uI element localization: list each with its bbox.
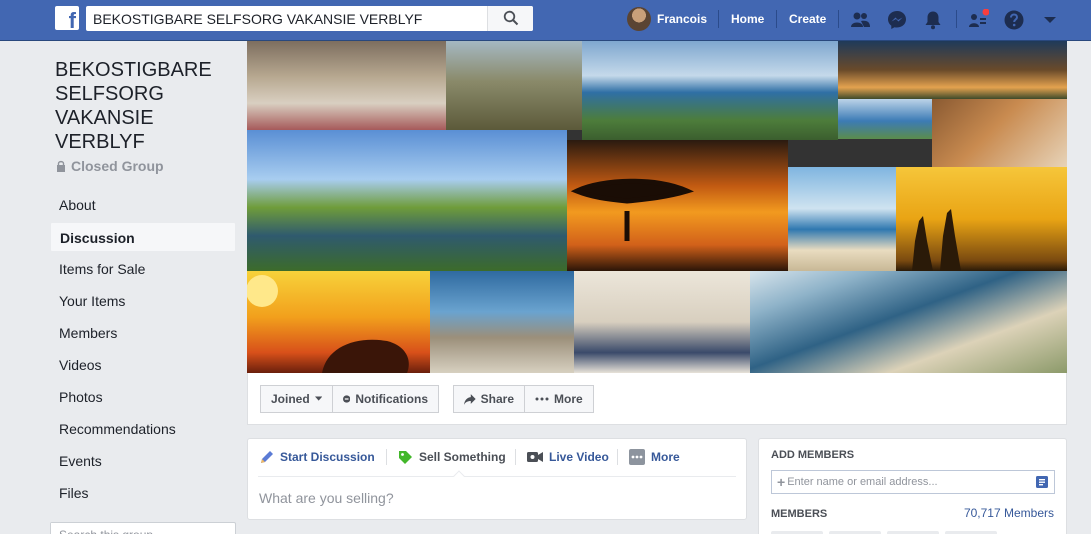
sidebar-item-recommendations[interactable]: Recommendations [50,414,236,444]
cover-silhouettes [247,178,961,373]
more-dots-icon [535,397,549,401]
nav-divider [776,10,777,28]
nav-divider [956,10,957,28]
price-tag-icon [399,450,412,464]
lock-icon [57,160,65,172]
notifications-label: Notifications [355,392,428,406]
search-box [86,6,533,31]
account-menu-icon[interactable] [1039,9,1061,31]
notification-badge [982,9,989,16]
add-members-panel: ADD MEMBERS + MEMBERS 70,717 Members [758,438,1067,534]
cover-photo[interactable] [247,41,1067,373]
facebook-logo[interactable]: f [55,6,79,33]
more-label: More [554,392,583,406]
friends-icon[interactable] [849,9,871,31]
group-search-box [50,522,236,534]
add-members-heading: ADD MEMBERS [771,449,855,461]
plus-icon: + [777,474,786,490]
chevron-down-icon [314,396,322,401]
tab-sell-something-label: Sell Something [419,450,506,464]
sidebar-item-events[interactable]: Events [50,446,236,476]
tab-more[interactable]: More [629,447,680,467]
user-name: Francois [657,12,708,26]
search-button[interactable] [487,6,533,31]
tab-more-label: More [651,450,680,464]
privacy-label: Closed Group [71,158,164,174]
avatar [627,7,651,31]
sidebar-item-files[interactable]: Files [50,478,236,508]
add-member-field: + [771,470,1055,494]
joined-label: Joined [271,392,310,406]
members-heading: MEMBERS [771,508,828,520]
help-icon[interactable] [1003,9,1025,31]
group-action-bar: Joined Notifications Share More [247,373,1067,425]
members-count-link[interactable]: 70,717 Members [964,506,1054,520]
tab-sell-something[interactable]: Sell Something [398,447,506,467]
sidebar-item-videos[interactable]: Videos [50,350,236,380]
tab-live-video[interactable]: Live Video [527,447,609,467]
group-search-input[interactable] [51,523,201,534]
video-camera-icon [527,452,543,462]
add-member-input[interactable] [785,472,1036,492]
joined-button[interactable]: Joined [260,385,333,413]
search-input[interactable] [86,6,486,31]
nav-divider [718,10,719,28]
share-button[interactable]: Share [453,385,525,413]
sidebar-item-discussion[interactable]: Discussion [50,222,236,252]
more-button[interactable]: More [524,385,594,413]
tab-start-discussion[interactable]: Start Discussion [260,447,375,467]
share-arrow-icon [464,393,476,405]
tab-live-video-label: Live Video [549,450,609,464]
share-label: Share [480,392,514,406]
minus-circle-icon [343,395,351,403]
sidebar-item-members[interactable]: Members [50,318,236,348]
nav-divider [838,10,839,28]
group-privacy: Closed Group [56,158,164,174]
tab-start-discussion-label: Start Discussion [280,450,375,464]
more-dots-icon [629,449,645,465]
sidebar-item-about[interactable]: About [50,190,236,220]
notifications-button[interactable]: Notifications [332,385,439,413]
profile-link[interactable]: Francois [627,7,707,31]
sidebar-item-items-for-sale[interactable]: Items for Sale [50,254,236,284]
post-composer: Start Discussion Sell Something Live Vid… [247,438,747,520]
sidebar-item-photos[interactable]: Photos [50,382,236,412]
search-icon [503,10,519,26]
group-title[interactable]: BEKOSTIGBARE SELFSORG VAKANSIE VERBLYF [55,58,235,154]
active-tab-pointer [453,470,465,482]
tab-divider [617,449,618,465]
pencil-icon [261,451,273,463]
sidebar-item-your-items[interactable]: Your Items [50,286,236,316]
tab-divider [386,449,387,465]
bell-icon[interactable] [922,9,944,31]
messenger-icon[interactable] [886,9,908,31]
facebook-logo-letter: f [68,8,76,33]
home-link[interactable]: Home [731,12,764,26]
address-book-icon[interactable] [1036,476,1048,488]
group-requests-icon[interactable] [967,9,989,31]
composer-divider [258,476,736,477]
create-link[interactable]: Create [789,12,826,26]
tab-divider [515,449,516,465]
member-thumbnails [771,526,1055,534]
top-navigation-bar: f Francois Home Create [0,0,1091,41]
sell-item-input[interactable] [259,486,729,510]
